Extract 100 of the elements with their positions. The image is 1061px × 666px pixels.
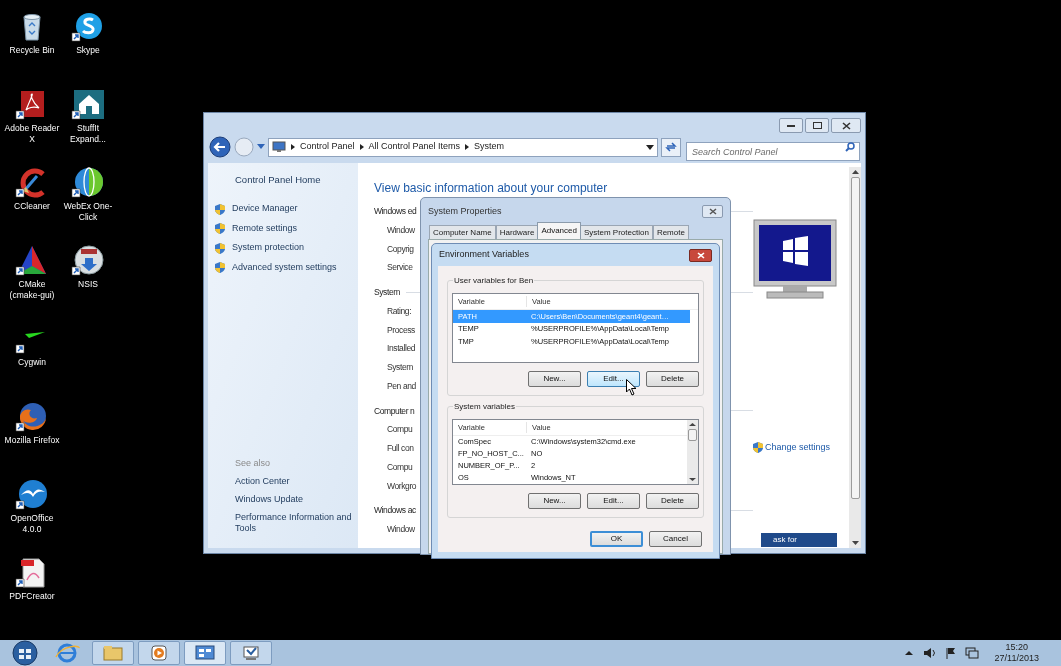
dialog-button[interactable]: Edit...: [587, 493, 640, 509]
scroll-down-arrow-icon[interactable]: [689, 475, 696, 484]
minimize-icon: [787, 124, 795, 127]
close-button[interactable]: [831, 118, 861, 133]
info-label: Pen and: [387, 379, 416, 393]
info-label: Installed: [387, 342, 416, 355]
info-label: Service: [387, 261, 413, 274]
cloud-icon[interactable]: [71, 10, 105, 42]
task-link[interactable]: Device Manager: [232, 202, 298, 216]
tab[interactable]: Hardware: [495, 225, 539, 239]
desktop-icon-label[interactable]: CCleaner: [4, 201, 60, 212]
globe-icon[interactable]: [15, 400, 49, 432]
task-link[interactable]: Remote settings: [232, 221, 298, 236]
close-button[interactable]: [702, 204, 723, 218]
shield-icon: [215, 262, 225, 273]
desktop-icon-label[interactable]: CMake (cmake-gui): [4, 279, 60, 301]
dialog-button[interactable]: New...: [528, 371, 581, 387]
tab[interactable]: System Protection: [579, 225, 653, 239]
show-hidden-icons-icon[interactable]: [904, 650, 913, 656]
control-panel-home-link[interactable]: Control Panel Home: [235, 173, 358, 188]
desktop-icon-label[interactable]: WebEx One-Click: [60, 201, 116, 223]
search-icon: [845, 141, 855, 152]
shield-icon: [753, 442, 763, 454]
breadcrumb-item[interactable]: Control Panel: [300, 140, 355, 154]
scrollbar-thumb[interactable]: [850, 177, 860, 499]
desktop-icon-label[interactable]: StuffIt Expand...: [60, 123, 116, 145]
breadcrumb-item[interactable]: All Control Panel Items: [368, 140, 461, 154]
desktop-icon-label[interactable]: Cygwin: [4, 357, 60, 368]
scroll-up-arrow-icon[interactable]: [851, 167, 859, 177]
dialog-title: Environment Variables: [439, 248, 529, 262]
refresh-button[interactable]: [661, 137, 681, 157]
ask-for-button[interactable]: ask for: [761, 532, 837, 547]
info-label: Process: [387, 323, 415, 337]
panel-icon: [195, 645, 215, 661]
tab[interactable]: Advanced: [537, 222, 581, 239]
disc-icon[interactable]: [71, 244, 105, 276]
folder-icon: [103, 645, 123, 661]
computer-icon: [272, 141, 286, 153]
section-heading: Windows ed: [374, 205, 417, 218]
scrollbar[interactable]: [687, 420, 698, 484]
see-also-link[interactable]: Action Center: [235, 476, 360, 487]
scrollbar[interactable]: [849, 167, 861, 548]
dialog-button[interactable]: Edit...: [587, 371, 640, 387]
desktop-icon-label[interactable]: Skype: [60, 45, 116, 56]
monitor-icon: [241, 645, 261, 661]
scroll-up-arrow-icon[interactable]: [689, 420, 696, 429]
dialog-button[interactable]: New...: [528, 493, 581, 509]
dialog-button[interactable]: OK: [590, 531, 643, 547]
task-link[interactable]: Advanced system settings: [232, 260, 337, 275]
dialog-button[interactable]: Delete: [646, 371, 699, 387]
triangle-icon[interactable]: [15, 244, 49, 276]
speaker-icon[interactable]: [922, 647, 937, 659]
tab[interactable]: Computer Name: [429, 225, 496, 239]
info-label: Rating:: [387, 304, 412, 318]
clock-time[interactable]: 15:20: [1005, 642, 1029, 653]
desktop-icon-label[interactable]: OpenOffice 4.0.0: [4, 513, 60, 535]
control-panel-taskbar-button[interactable]: [184, 641, 226, 665]
mouse-pointer-icon: [626, 379, 637, 396]
see-also-link[interactable]: Performance Information and Tools: [235, 512, 360, 534]
section-heading: Computer n: [374, 404, 415, 418]
dialog-button[interactable]: Cancel: [649, 531, 702, 547]
close-button[interactable]: [689, 248, 712, 262]
chevron-icon[interactable]: [291, 144, 295, 150]
section-heading: See also: [235, 456, 272, 470]
chevron-icon[interactable]: [465, 144, 470, 150]
shield-icon: [215, 203, 225, 215]
breadcrumb-item[interactable]: System: [474, 140, 505, 154]
change-settings-link[interactable]: Change settings: [765, 441, 831, 455]
chevron-icon[interactable]: [359, 144, 364, 150]
dialog-button[interactable]: Delete: [646, 493, 699, 509]
desktop-icon-label[interactable]: NSIS: [60, 279, 116, 290]
flag-icon[interactable]: [944, 647, 957, 659]
desktop-icon-label[interactable]: Adobe Reader X: [4, 123, 60, 145]
page-heading: View basic information about your computer: [374, 180, 609, 197]
maximize-button[interactable]: [805, 118, 829, 133]
info-label: Compu: [387, 423, 413, 436]
scrollbar-thumb[interactable]: [688, 429, 697, 441]
dialog-title: System Properties: [428, 204, 502, 218]
maximize-icon: [812, 122, 822, 129]
house-icon[interactable]: [71, 88, 105, 120]
address-bar[interactable]: Control Panel All Control Panel Items System: [268, 137, 658, 157]
info-label: Workgro: [387, 479, 417, 493]
see-also-link[interactable]: Windows Update: [235, 494, 360, 505]
search-field[interactable]: Search Control Panel: [686, 142, 860, 161]
scroll-down-arrow-icon[interactable]: [851, 538, 859, 548]
network-icon[interactable]: [964, 647, 979, 659]
tab[interactable]: Remote: [652, 225, 689, 239]
bird-icon[interactable]: [15, 478, 49, 510]
clock-date[interactable]: 27/11/2013: [994, 653, 1039, 664]
dropdown-arrow-icon[interactable]: [646, 144, 654, 150]
desktop-icon-label[interactable]: PDFCreator: [4, 591, 60, 602]
group-title: System variables: [453, 401, 516, 412]
desktop-icon-label[interactable]: Mozilla Firefox: [4, 435, 60, 446]
media-player-taskbar-button[interactable]: [138, 641, 180, 665]
task-link[interactable]: System protection: [232, 241, 305, 255]
minimize-button[interactable]: [779, 118, 803, 133]
shield-icon: [215, 223, 225, 234]
system-taskbar-button[interactable]: [230, 641, 272, 665]
globe-icon[interactable]: [71, 166, 105, 198]
desktop-icon-label[interactable]: Recycle Bin: [4, 45, 60, 56]
